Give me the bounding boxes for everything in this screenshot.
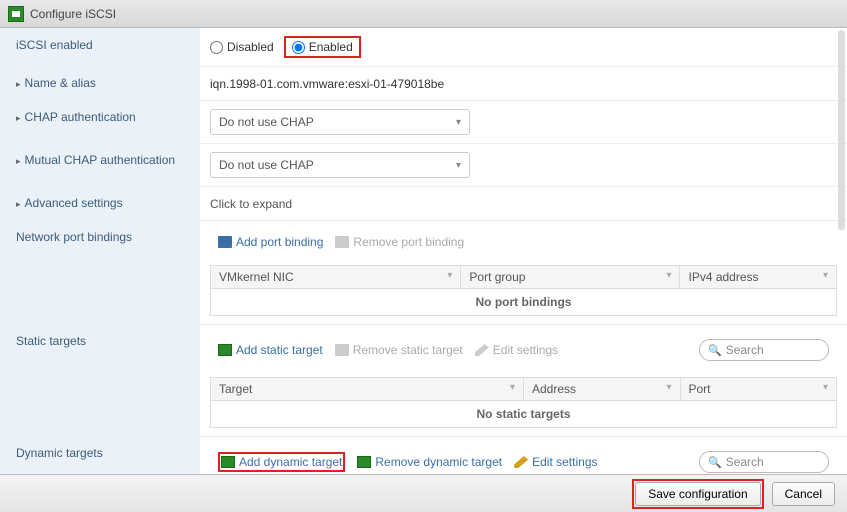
dialog-footer: Save configuration Cancel bbox=[0, 474, 847, 512]
window-title: Configure iSCSI bbox=[30, 7, 116, 21]
col-port-group[interactable]: Port group▾ bbox=[461, 266, 680, 289]
pencil-icon bbox=[475, 344, 489, 356]
static-targets-table: Target▾ Address▾ Port▾ No static targets bbox=[210, 377, 837, 428]
label-mutual-chap[interactable]: Mutual CHAP authentication bbox=[0, 143, 200, 186]
save-configuration-button[interactable]: Save configuration bbox=[635, 482, 760, 506]
static-search-input[interactable]: 🔍Search bbox=[699, 339, 829, 361]
iscsi-icon bbox=[8, 6, 24, 22]
remove-static-target-button: Remove static target bbox=[335, 343, 463, 357]
label-iscsi-enabled: iSCSI enabled bbox=[0, 28, 200, 66]
edit-static-settings-button: Edit settings bbox=[475, 343, 558, 357]
col-address[interactable]: Address▾ bbox=[524, 378, 681, 401]
label-static-targets: Static targets bbox=[0, 324, 200, 436]
mutual-chap-select[interactable]: Do not use CHAP▾ bbox=[210, 152, 470, 178]
folder-icon bbox=[218, 236, 232, 248]
label-name-alias[interactable]: Name & alias bbox=[0, 66, 200, 100]
label-chap[interactable]: CHAP authentication bbox=[0, 100, 200, 143]
dynamic-search-input[interactable]: 🔍Search bbox=[699, 451, 829, 473]
label-advanced[interactable]: Advanced settings bbox=[0, 186, 200, 220]
chevron-down-icon: ▾ bbox=[456, 117, 461, 128]
edit-dynamic-settings-button[interactable]: Edit settings bbox=[514, 455, 597, 469]
static-targets-empty: No static targets bbox=[211, 401, 837, 428]
pencil-icon bbox=[514, 456, 528, 468]
add-port-binding-button[interactable]: Add port binding bbox=[218, 235, 323, 249]
search-icon: 🔍 bbox=[708, 344, 722, 357]
col-ipv4[interactable]: IPv4 address▾ bbox=[680, 266, 837, 289]
chap-select[interactable]: Do not use CHAP▾ bbox=[210, 109, 470, 135]
search-icon: 🔍 bbox=[708, 456, 722, 469]
add-static-target-button[interactable]: Add static target bbox=[218, 343, 323, 357]
scrollbar[interactable] bbox=[838, 30, 845, 230]
cancel-button[interactable]: Cancel bbox=[772, 482, 835, 506]
col-vmkernel-nic[interactable]: VMkernel NIC▾ bbox=[211, 266, 461, 289]
name-alias-value: iqn.1998-01.com.vmware:esxi-01-479018be bbox=[210, 77, 444, 91]
radio-enabled[interactable]: Enabled bbox=[292, 40, 353, 54]
col-port[interactable]: Port▾ bbox=[680, 378, 837, 401]
label-dynamic-targets: Dynamic targets bbox=[0, 436, 200, 474]
target-add-icon bbox=[218, 344, 232, 356]
port-bindings-table: VMkernel NIC▾ Port group▾ IPv4 address▾ … bbox=[210, 265, 837, 316]
remove-dynamic-target-button[interactable]: Remove dynamic target bbox=[357, 455, 502, 469]
port-bindings-empty: No port bindings bbox=[211, 289, 837, 316]
label-port-bindings: Network port bindings bbox=[0, 220, 200, 324]
remove-port-binding-button: Remove port binding bbox=[335, 235, 464, 249]
chevron-down-icon: ▾ bbox=[456, 160, 461, 171]
target-remove-icon bbox=[357, 456, 371, 468]
window-titlebar: Configure iSCSI bbox=[0, 0, 847, 28]
target-remove-icon bbox=[335, 344, 349, 356]
add-dynamic-target-button[interactable]: Add dynamic target bbox=[221, 455, 342, 469]
folder-icon bbox=[335, 236, 349, 248]
radio-disabled[interactable]: Disabled bbox=[210, 40, 274, 54]
advanced-value[interactable]: Click to expand bbox=[210, 197, 292, 211]
dialog-content: iSCSI enabled Disabled Enabled Name & al… bbox=[0, 28, 847, 474]
col-target[interactable]: Target▾ bbox=[211, 378, 524, 401]
target-add-icon bbox=[221, 456, 235, 468]
